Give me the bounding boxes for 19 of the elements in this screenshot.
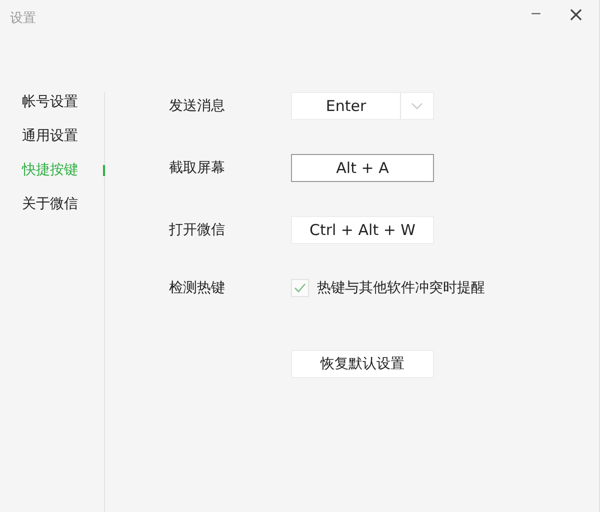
window-title: 设置: [10, 10, 36, 27]
shortcut-field[interactable]: Ctrl + Alt + W: [291, 216, 434, 244]
close-button[interactable]: ×: [561, 2, 591, 26]
minimize-button[interactable]: −: [521, 2, 551, 26]
setting-label: 截取屏幕: [169, 159, 226, 177]
setting-label: 检测热键: [169, 279, 226, 297]
sidebar-item[interactable]: 通用设置: [22, 127, 78, 145]
checkbox-label: 热键与其他软件冲突时提醒: [317, 279, 485, 297]
setting-label: 发送消息: [169, 97, 226, 115]
check-icon: [293, 282, 307, 294]
sidebar-item[interactable]: 帐号设置: [22, 93, 78, 111]
checkbox[interactable]: [291, 279, 309, 297]
setting-label: 打开微信: [169, 221, 226, 239]
reset-button[interactable]: 恢复默认设置: [291, 350, 434, 378]
caret-icon: [411, 102, 423, 110]
selection-indicator: [103, 164, 105, 176]
shortcut-dropdown[interactable]: Enter: [291, 92, 434, 120]
shortcut-field[interactable]: Alt + A: [291, 154, 434, 182]
sidebar-item[interactable]: 关于微信: [22, 195, 78, 213]
